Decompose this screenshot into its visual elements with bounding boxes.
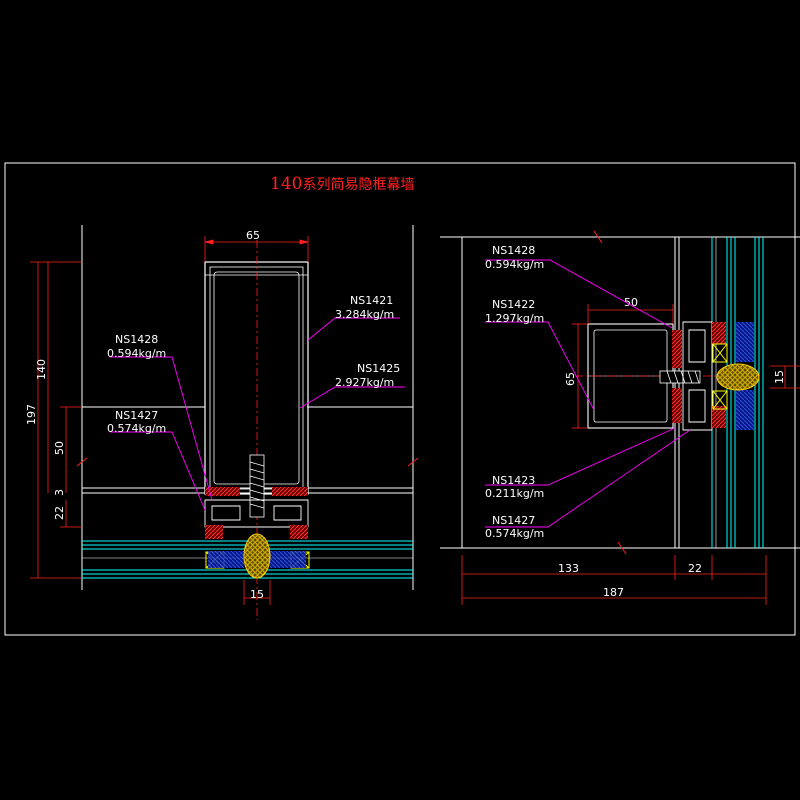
dim-3: 3 <box>53 489 66 496</box>
label-ns1425: NS1425 <box>357 362 400 375</box>
gasket-bottom <box>672 388 682 423</box>
label-ns1427: NS1427 <box>115 409 158 422</box>
dim-197: 197 <box>25 404 38 425</box>
seal-left <box>208 551 244 568</box>
left-section-view: 65 197 140 50 3 22 15 NS1421 3.284kg/m N… <box>25 225 419 620</box>
label-ns1427-weight: 0.574kg/m <box>107 422 166 435</box>
dim-140: 140 <box>35 359 48 380</box>
label-ns1422: NS1422 <box>492 298 535 311</box>
gasket-right <box>272 487 308 496</box>
label-ns1423-weight: 0.211kg/m <box>485 487 544 500</box>
silicone-bead-right <box>716 363 760 391</box>
seal-top <box>736 322 754 362</box>
silicone-bead <box>243 533 271 579</box>
dim-133: 133 <box>558 562 579 575</box>
gasket-top <box>672 330 682 368</box>
label-ns1421: NS1421 <box>350 294 393 307</box>
dim-22-right: 22 <box>688 562 702 575</box>
label-ns1428: NS1428 <box>115 333 158 346</box>
dim-65: 65 <box>246 229 260 242</box>
drawing-title: 140系列简易隐框幕墙 <box>270 174 414 194</box>
seal-right <box>270 551 306 568</box>
label-ns1422-weight: 1.297kg/m <box>485 312 544 325</box>
label-ns1425-weight: 2.927kg/m <box>335 376 394 389</box>
dim-187: 187 <box>603 586 624 599</box>
cad-drawing: 140系列简易隐框幕墙 65 197 140 50 3 22 15 NS1421… <box>4 162 800 636</box>
dim-15: 15 <box>250 588 264 601</box>
label-ns1427-right: NS1427 <box>492 514 535 527</box>
right-section-view: 50 65 15 133 22 187 NS1428 0.594kg/m NS1… <box>440 230 800 605</box>
label-ns1428-right: NS1428 <box>492 244 535 257</box>
dim-15-right: 15 <box>773 370 786 384</box>
label-ns1428-right-weight: 0.594kg/m <box>485 258 544 271</box>
label-ns1423: NS1423 <box>492 474 535 487</box>
label-ns1428-weight: 0.594kg/m <box>107 347 166 360</box>
label-ns1421-weight: 3.284kg/m <box>335 308 394 321</box>
screw-right <box>659 370 701 384</box>
seal-bottom <box>736 390 754 430</box>
dim-22: 22 <box>53 506 66 520</box>
label-ns1427-right-weight: 0.574kg/m <box>485 527 544 540</box>
dim-50: 50 <box>53 441 66 455</box>
